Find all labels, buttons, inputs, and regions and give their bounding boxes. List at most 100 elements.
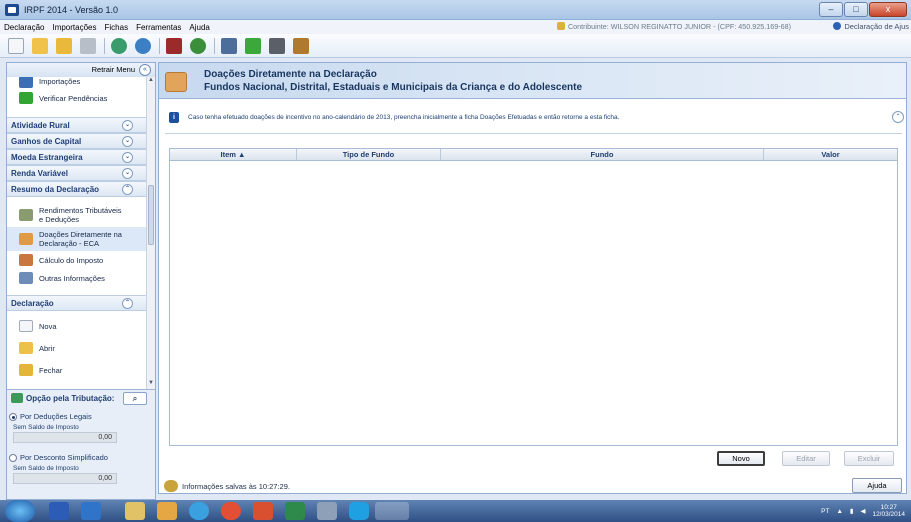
sidebar-item-abrir[interactable]: Abrir [7, 339, 147, 357]
excluir-button[interactable]: Excluir [844, 451, 894, 466]
calculator-app-icon[interactable] [317, 502, 337, 520]
minimize-button[interactable]: – [819, 2, 843, 17]
irpf-app-icon [5, 3, 19, 16]
trash-icon[interactable] [80, 37, 96, 54]
maximize-button[interactable]: □ [844, 2, 868, 17]
column-header-item[interactable]: Item ▲ [170, 149, 297, 160]
group-renda-variavel[interactable]: Renda Variável ⌄ [7, 165, 147, 181]
radio-label: Por Desconto Simplificado [20, 453, 108, 462]
sidebar-item-calculo-imposto[interactable]: Cálculo do Imposto [7, 251, 147, 269]
checkmark-icon[interactable] [245, 37, 261, 54]
group-atividade-rural[interactable]: Atividade Rural ⌄ [7, 117, 147, 133]
start-button-icon[interactable] [5, 500, 35, 522]
group-label: Moeda Estrangeira [11, 153, 83, 162]
toolbar [0, 34, 911, 58]
retrair-menu-label[interactable]: Retrair Menu [92, 65, 135, 74]
powerpoint-app-icon[interactable] [253, 502, 273, 520]
title-bar: IRPF 2014 - Versão 1.0 – □ x [0, 0, 911, 20]
contribuinte-info: Contribuinte: WILSON REGINATTO JUNIOR - … [556, 22, 791, 31]
outlook-app-icon[interactable] [81, 502, 101, 520]
search-button[interactable]: ⌕ [123, 392, 147, 405]
column-header-tipo-de-fundo[interactable]: Tipo de Fundo [297, 149, 441, 160]
page-title: Doações Diretamente na Declaração [204, 69, 377, 80]
new-document-icon[interactable] [8, 37, 24, 54]
import-icon[interactable] [111, 37, 127, 54]
globe-icon[interactable] [190, 37, 206, 54]
donation-icon [165, 72, 187, 92]
collapse-info-button[interactable]: ⌃ [892, 111, 904, 123]
irpf-app-task-icon[interactable] [375, 502, 409, 520]
menu-fichas[interactable]: Fichas [101, 23, 133, 32]
sidebar-item-fechar[interactable]: Fechar [7, 361, 147, 379]
status-bar: Informações salvas às 10:27:29. [158, 476, 758, 496]
column-header-valor[interactable]: Valor [764, 149, 897, 160]
scroll-up-icon[interactable]: ▲ [147, 77, 155, 86]
book-icon[interactable] [293, 37, 309, 54]
sidebar-scrollbar[interactable]: ▲ ▼ [146, 77, 155, 389]
opcao-header: Opção pela Tributação: ⌕ [7, 390, 155, 406]
menu-importacoes[interactable]: Importações [48, 23, 100, 32]
print-icon[interactable] [221, 37, 237, 54]
new-document-icon [19, 320, 33, 332]
novo-button[interactable]: Novo [717, 451, 765, 466]
group-ganhos-de-capital[interactable]: Ganhos de Capital ⌄ [7, 133, 147, 149]
menu-declaracao[interactable]: Declaração [0, 23, 48, 32]
group-resumo-da-declaracao[interactable]: Resumo da Declaração ⌃ [7, 181, 147, 197]
network-icon[interactable]: ▮ [850, 507, 854, 515]
collapse-menu-button[interactable]: « [139, 64, 151, 76]
group-moeda-estrangeira[interactable]: Moeda Estrangeira ⌄ [7, 149, 147, 165]
group-label: Declaração [11, 299, 54, 308]
chevron-down-icon: ⌄ [122, 168, 133, 179]
saldo-label: Sem Saldo de Imposto [13, 424, 79, 431]
sidebar-item-nova[interactable]: Nova [7, 317, 147, 335]
declaracao-ajuste-link[interactable]: Declaração de Ajus [833, 22, 909, 31]
folder-icon[interactable] [56, 37, 72, 54]
save-icon[interactable] [166, 37, 182, 54]
radio-button-selected[interactable] [9, 412, 17, 421]
explorer-app-icon[interactable] [125, 502, 145, 520]
media-app-icon[interactable] [157, 502, 177, 520]
radio-desconto-simplificado[interactable]: Por Desconto Simplificado [7, 453, 155, 462]
label-line-1: Rendimentos Tributáveis [39, 206, 122, 215]
radio-deducoes-legais[interactable]: Por Deduções Legais [7, 412, 155, 421]
ie-browser-icon[interactable] [189, 502, 209, 520]
sidebar-item-label: Doações Diretamente na Declaração - ECA [39, 230, 122, 248]
group-label: Renda Variável [11, 169, 68, 178]
group-declaracao[interactable]: Declaração ⌃ [7, 295, 147, 311]
radio-button[interactable] [9, 453, 17, 462]
excel-app-icon[interactable] [285, 502, 305, 520]
skype-app-icon[interactable] [349, 502, 369, 520]
sidebar-item-doacoes-eca[interactable]: Doações Diretamente na Declaração - ECA [7, 227, 147, 251]
window-title: IRPF 2014 - Versão 1.0 [24, 4, 119, 15]
scrollbar-thumb[interactable] [148, 185, 154, 245]
volume-icon[interactable]: ◀ [860, 507, 865, 515]
calculator-icon[interactable] [269, 37, 285, 54]
open-folder-icon[interactable] [32, 37, 48, 54]
close-button[interactable]: x [869, 2, 907, 17]
sidebar-item-label: Cálculo do Imposto [39, 255, 104, 265]
editar-button[interactable]: Editar [782, 451, 830, 466]
sidebar-item-rendimentos[interactable]: Rendimentos Tributáveis e Deduções [7, 203, 147, 227]
word-app-icon[interactable] [49, 502, 69, 520]
chevron-down-icon: ⌄ [122, 136, 133, 147]
scroll-down-icon[interactable]: ▼ [147, 380, 155, 389]
chevron-down-icon: ⌄ [122, 120, 133, 131]
chevron-up-icon: ⌃ [122, 298, 133, 309]
sidebar-item-verificar-pendencias[interactable]: Verificar Pendências [7, 89, 147, 107]
saldo-label: Sem Saldo de Imposto [13, 465, 79, 472]
menu-ajuda[interactable]: Ajuda [185, 23, 213, 32]
clock[interactable]: 10:27 12/03/2014 [872, 504, 905, 518]
ajuda-button[interactable]: Ajuda [852, 478, 902, 493]
export-icon[interactable] [135, 37, 151, 54]
language-indicator[interactable]: PT [821, 508, 829, 515]
menu-ferramentas[interactable]: Ferramentas [132, 23, 185, 32]
chrome-browser-icon[interactable] [221, 502, 241, 520]
sidebar-item-importacoes[interactable]: Importações [7, 77, 147, 89]
column-header-fundo[interactable]: Fundo [441, 149, 764, 160]
show-hidden-icons-icon[interactable]: ▲ [836, 508, 842, 515]
label-line-1: Doações Diretamente na [39, 230, 122, 239]
sidebar-item-outras-informacoes[interactable]: Outras Informações [7, 269, 147, 287]
opcao-tributacao-panel: Opção pela Tributação: ⌕ Por Deduções Le… [7, 389, 155, 499]
folder-icon [19, 364, 33, 376]
sidebar: Retrair Menu « Importações Verificar Pen… [6, 62, 156, 500]
